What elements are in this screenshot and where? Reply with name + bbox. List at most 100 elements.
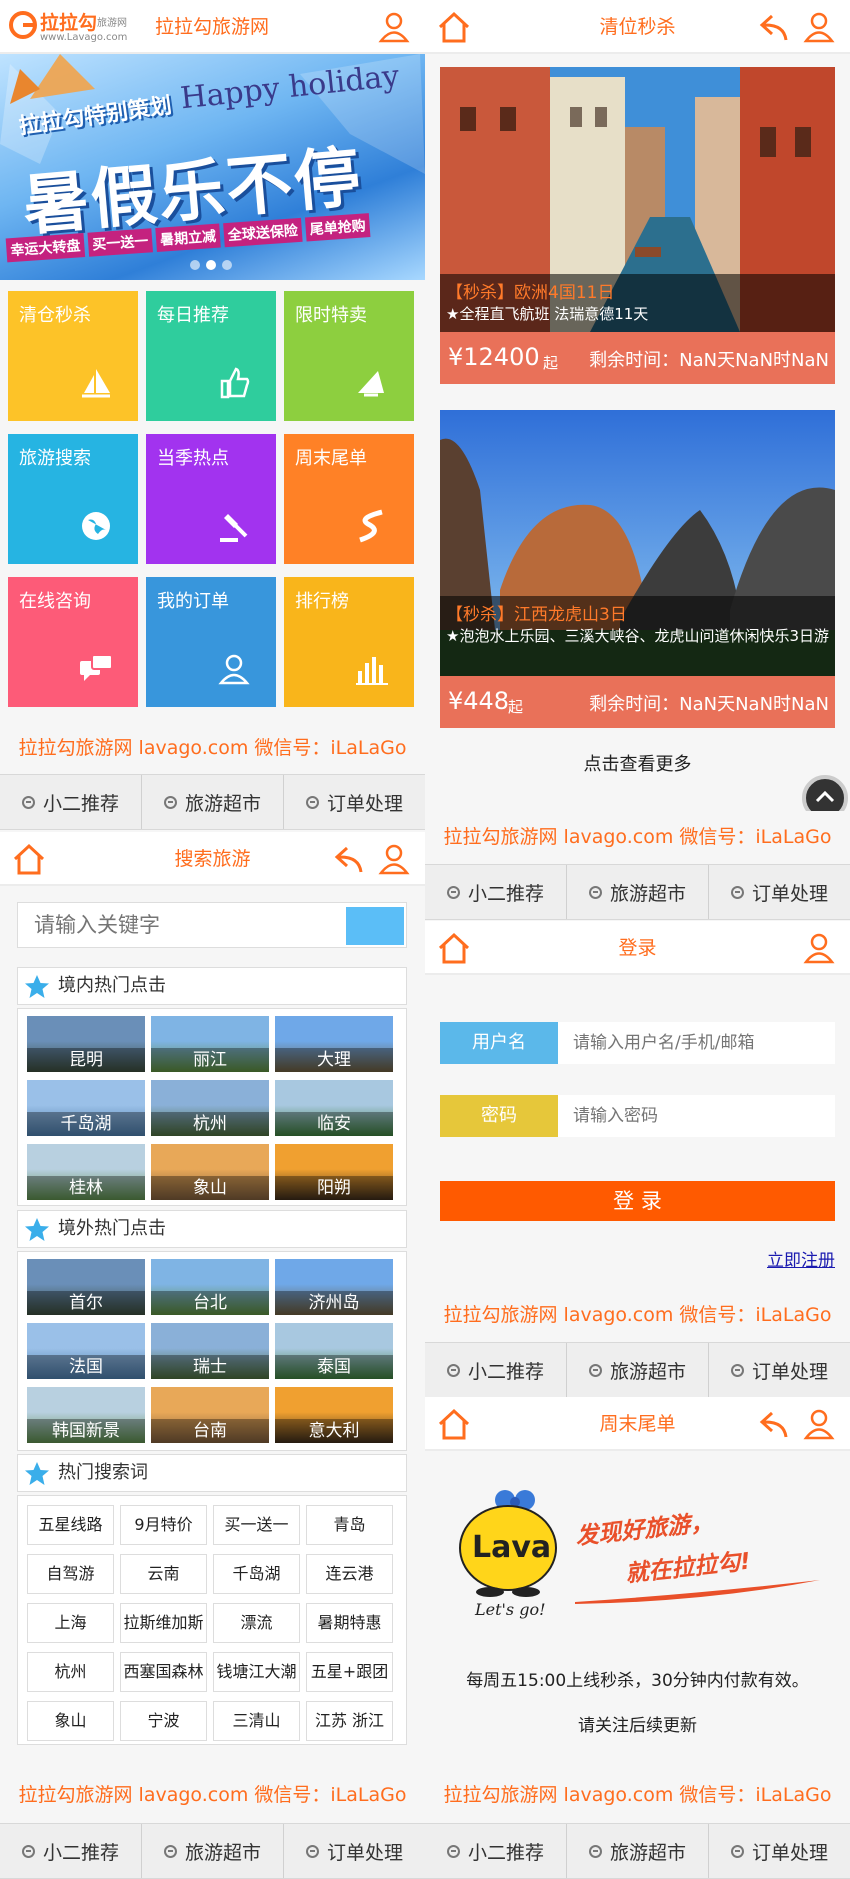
destination-tile[interactable]: 杭州 — [151, 1080, 269, 1136]
destination-label: 昆明 — [27, 1048, 145, 1072]
keyword-chip[interactable]: 五星线路 — [27, 1505, 114, 1545]
nav-market[interactable]: 旅游超市 — [142, 775, 284, 829]
destination-tile[interactable]: 台北 — [151, 1259, 269, 1315]
user-icon[interactable] — [802, 10, 836, 44]
destination-tile[interactable]: 意大利 — [275, 1387, 393, 1443]
search-box — [17, 902, 407, 948]
keyword-chip[interactable]: 自驾游 — [27, 1554, 114, 1594]
logo-url: www.Lavago.com — [40, 32, 128, 43]
username-input[interactable] — [558, 1022, 835, 1064]
nav-recommend[interactable]: 小二推荐 — [0, 1824, 142, 1878]
circle-icon — [730, 1844, 744, 1858]
nav-recommend[interactable]: 小二推荐 — [425, 865, 567, 919]
keyword-chip[interactable]: 西塞国森林 — [120, 1652, 207, 1692]
tile-search[interactable]: 旅游搜索 — [8, 434, 138, 564]
keyword-chip[interactable]: 暑期特惠 — [306, 1603, 393, 1643]
deal-price: ¥12400 — [448, 343, 540, 371]
flash-deal-card[interactable]: 【秒杀】欧洲4国11日 ★全程直飞航班 法瑞意德11天 ¥12400 起 剩余时… — [440, 67, 835, 385]
destination-tile[interactable]: 昆明 — [27, 1016, 145, 1072]
keyword-chip[interactable]: 买一送一 — [213, 1505, 300, 1545]
logo-icon[interactable] — [8, 10, 38, 40]
nav-recommend[interactable]: 小二推荐 — [0, 775, 142, 829]
user-icon[interactable] — [802, 931, 836, 965]
destination-tile[interactable]: 丽江 — [151, 1016, 269, 1072]
nav-label: 小二推荐 — [42, 1841, 119, 1864]
nav-market[interactable]: 旅游超市 — [142, 1824, 284, 1878]
back-icon[interactable] — [758, 10, 792, 44]
destination-tile[interactable]: 桂林 — [27, 1144, 145, 1200]
destination-tile[interactable]: 大理 — [275, 1016, 393, 1072]
destination-tile[interactable]: 阳朔 — [275, 1144, 393, 1200]
username-label: 用户名 — [440, 1022, 558, 1064]
flash-header: 清位秒杀 — [425, 0, 850, 54]
user-icon[interactable] — [377, 842, 411, 876]
keyword-chip[interactable]: 拉斯维加斯 — [120, 1603, 207, 1643]
slogan-line1: 发现好旅游， — [574, 1509, 715, 1551]
nav-orders[interactable]: 订单处理 — [284, 775, 425, 829]
keyword-chip[interactable]: 江苏 浙江 — [306, 1701, 393, 1741]
destination-tile[interactable]: 千岛湖 — [27, 1080, 145, 1136]
register-link[interactable]: 立即注册 — [767, 1246, 835, 1271]
nav-recommend[interactable]: 小二推荐 — [425, 1343, 567, 1397]
carousel-dot[interactable] — [206, 260, 216, 270]
keyword-chip[interactable]: 五星+跟团 — [306, 1652, 393, 1692]
keyword-chip[interactable]: 宁波 — [120, 1701, 207, 1741]
username-row: 用户名 — [440, 1022, 835, 1064]
keyword-chip[interactable]: 漂流 — [213, 1603, 300, 1643]
destination-label: 济州岛 — [275, 1291, 393, 1315]
nav-market[interactable]: 旅游超市 — [567, 1824, 709, 1878]
user-icon[interactable] — [802, 1407, 836, 1441]
keyword-chip[interactable]: 9月特价 — [120, 1505, 207, 1545]
keyword-chip[interactable]: 千岛湖 — [213, 1554, 300, 1594]
nav-orders[interactable]: 订单处理 — [709, 1824, 850, 1878]
back-icon[interactable] — [333, 842, 367, 876]
search-input[interactable] — [18, 903, 345, 947]
tile-weekend[interactable]: 周末尾单 — [284, 434, 414, 564]
tile-ranking[interactable]: 排行榜 — [284, 577, 414, 707]
keyword-chip[interactable]: 青岛 — [306, 1505, 393, 1545]
carousel-dot[interactable] — [190, 260, 200, 270]
promo-banner[interactable]: 拉拉勾特别策划 Happy holiday 暑假乐不停 幸运大转盘 买一送一 暑… — [0, 54, 425, 280]
nav-orders[interactable]: 订单处理 — [709, 865, 850, 919]
tile-limited[interactable]: 限时特卖 — [284, 291, 414, 421]
keyword-chip[interactable]: 上海 — [27, 1603, 114, 1643]
tile-consult[interactable]: 在线咨询 — [8, 577, 138, 707]
tile-orders[interactable]: 我的订单 — [146, 577, 276, 707]
circle-icon — [588, 885, 602, 899]
destination-tile[interactable]: 首尔 — [27, 1259, 145, 1315]
search-button[interactable] — [346, 907, 404, 945]
nav-orders[interactable]: 订单处理 — [709, 1343, 850, 1397]
tile-daily[interactable]: 每日推荐 — [146, 291, 276, 421]
bottom-nav: 小二推荐 旅游超市 订单处理 — [425, 1823, 850, 1879]
tile-hot[interactable]: 当季热点 — [146, 434, 276, 564]
nav-market[interactable]: 旅游超市 — [567, 865, 709, 919]
user-icon[interactable] — [377, 10, 411, 44]
carousel-dot[interactable] — [222, 260, 232, 270]
tile-clearance[interactable]: 清仓秒杀 — [8, 291, 138, 421]
keyword-chip[interactable]: 云南 — [120, 1554, 207, 1594]
nav-market[interactable]: 旅游超市 — [567, 1343, 709, 1397]
nav-recommend[interactable]: 小二推荐 — [425, 1824, 567, 1878]
password-input[interactable] — [558, 1095, 835, 1137]
keyword-chip[interactable]: 三清山 — [213, 1701, 300, 1741]
nav-label: 小二推荐 — [42, 792, 119, 815]
load-more-link[interactable]: 点击查看更多 — [425, 750, 850, 776]
login-button[interactable]: 登 录 — [440, 1181, 835, 1221]
destination-tile[interactable]: 象山 — [151, 1144, 269, 1200]
destination-tile[interactable]: 台南 — [151, 1387, 269, 1443]
destination-tile[interactable]: 法国 — [27, 1323, 145, 1379]
keyword-chip[interactable]: 钱塘江大潮 — [213, 1652, 300, 1692]
keyword-chip[interactable]: 连云港 — [306, 1554, 393, 1594]
destination-tile[interactable]: 临安 — [275, 1080, 393, 1136]
nav-orders[interactable]: 订单处理 — [284, 1824, 425, 1878]
back-icon[interactable] — [758, 1407, 792, 1441]
carousel-dots — [190, 260, 232, 270]
keyword-chip[interactable]: 象山 — [27, 1701, 114, 1741]
circle-icon — [163, 795, 177, 809]
flash-deal-card[interactable]: 【秒杀】江西龙虎山3日 ★泡泡水上乐园、三溪大峡谷、龙虎山问道休闲快乐3日游 ¥… — [440, 410, 835, 728]
keyword-chip[interactable]: 杭州 — [27, 1652, 114, 1692]
destination-tile[interactable]: 韩国新景 — [27, 1387, 145, 1443]
destination-tile[interactable]: 瑞士 — [151, 1323, 269, 1379]
destination-tile[interactable]: 泰国 — [275, 1323, 393, 1379]
destination-tile[interactable]: 济州岛 — [275, 1259, 393, 1315]
